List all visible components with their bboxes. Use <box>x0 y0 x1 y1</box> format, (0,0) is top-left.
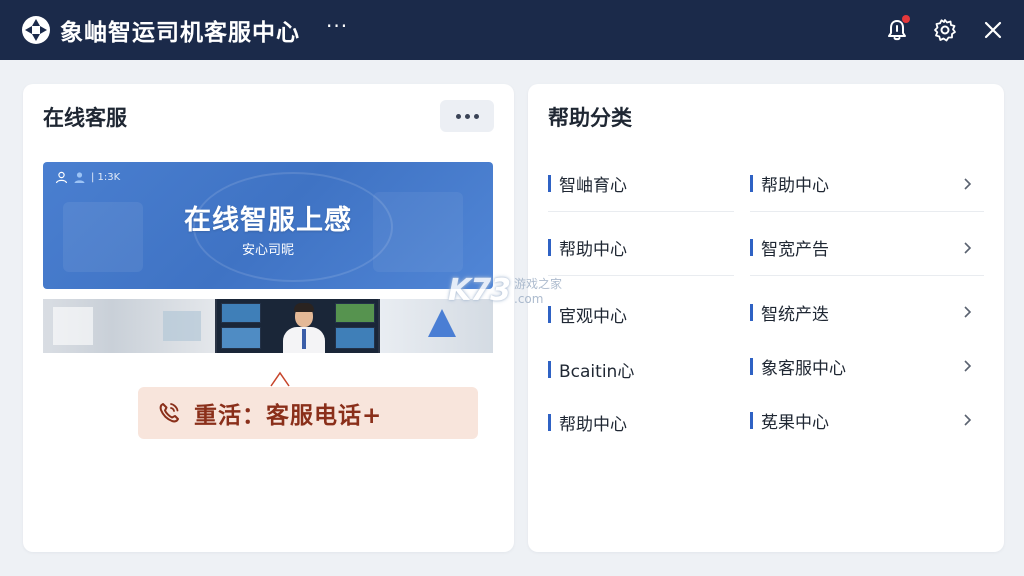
banner-status-text: | 1:3K <box>91 172 121 183</box>
user-icon <box>55 171 68 184</box>
notification-badge <box>902 15 910 23</box>
watermark-cn: 游戏之家 <box>514 276 563 291</box>
banner-subtitle: 安心司昵 <box>241 243 294 258</box>
help-item-label: Bcaitin心 <box>559 361 635 382</box>
settings-gear-icon[interactable] <box>932 17 958 43</box>
help-item[interactable]: 帮助中心 <box>548 220 734 276</box>
help-item-label: 帮助中心 <box>559 414 627 435</box>
agent-video-image <box>215 299 380 353</box>
help-categories-title: 帮助分类 <box>548 106 632 130</box>
help-item-label: 智岫育心 <box>559 176 627 196</box>
hotline-label: 重活：客服电话+ <box>194 403 383 429</box>
agent-photo <box>283 303 325 353</box>
help-item-label: 莬果中心 <box>761 412 829 433</box>
callout-arrow-icon <box>270 371 290 387</box>
chevron-right-icon <box>964 241 972 254</box>
chevron-right-icon <box>964 360 972 372</box>
help-item[interactable]: 帮助中心 <box>750 156 984 212</box>
help-item-label: 帮助中心 <box>761 176 829 196</box>
site-watermark: K73 游戏之家 .com <box>448 270 608 310</box>
more-dot-icon <box>455 113 461 119</box>
help-item[interactable]: 象客服中心 <box>750 338 984 394</box>
phone-icon <box>159 403 179 423</box>
brand-triangle-icon <box>428 309 456 337</box>
watermark-com: .com <box>514 291 544 306</box>
banner-title: 在线智服上感 <box>184 205 352 236</box>
help-item-label: 智统产迭 <box>761 304 829 325</box>
online-service-more-button[interactable] <box>440 100 494 132</box>
help-item[interactable]: 智岫育心 <box>548 156 734 212</box>
service-image-strip <box>43 299 493 353</box>
help-categories-panel: 帮助分类 智岫育心 帮助中心 帮助中心 智宽产告 宦观中心 智统产迭 Bcait… <box>528 84 1004 552</box>
more-dot-icon <box>464 113 470 119</box>
help-item[interactable]: 莬果中心 <box>750 392 984 448</box>
watermark-logo: K73 <box>448 272 511 308</box>
help-item[interactable]: 帮助中心 <box>548 394 734 450</box>
app-title: 象岫智运司机客服中心 <box>60 20 300 46</box>
help-item[interactable]: 智宽产告 <box>750 220 984 276</box>
help-item-label: 智宽产告 <box>761 240 829 260</box>
online-service-title: 在线客服 <box>43 106 127 130</box>
help-item-label: 帮助中心 <box>559 240 627 260</box>
agent-icon <box>74 172 85 183</box>
help-item[interactable]: Bcaitin心 <box>548 341 734 397</box>
help-item[interactable]: 智统产迭 <box>750 284 984 340</box>
chevron-right-icon <box>964 306 972 318</box>
help-item-label: 象客服中心 <box>761 358 846 379</box>
title-bar: 象岫智运司机客服中心 ··· <box>0 0 1024 60</box>
online-service-banner[interactable]: | 1:3K 在线智服上感 安心司昵 <box>43 162 493 289</box>
office-image <box>43 299 215 353</box>
chevron-right-icon <box>964 414 972 426</box>
title-more-button[interactable]: ··· <box>326 16 348 36</box>
app-logo-icon <box>22 16 50 44</box>
online-service-panel: 在线客服 | 1:3K 在线智服上感 安心司昵 重活：客服电话+ <box>23 84 514 552</box>
hotline-button[interactable]: 重活：客服电话+ <box>138 387 478 439</box>
notification-bell-icon[interactable] <box>884 15 910 43</box>
chevron-right-icon <box>964 177 972 190</box>
banner-status: | 1:3K <box>55 171 120 184</box>
close-icon[interactable] <box>980 17 1006 43</box>
more-dot-icon <box>473 113 479 119</box>
